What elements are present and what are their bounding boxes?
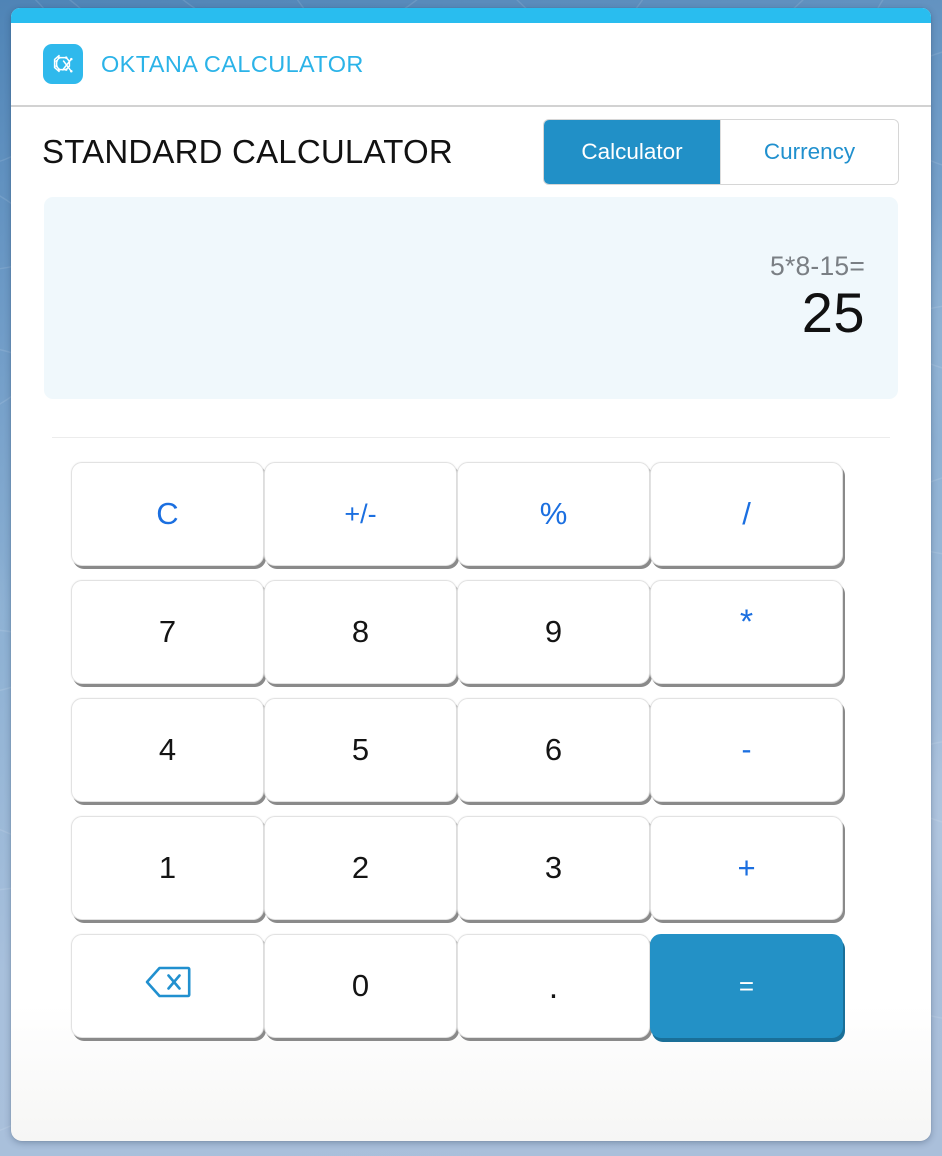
card-footer: [11, 1038, 931, 1096]
calculator-card: OKTANA CALCULATOR STANDARD CALCULATOR Ca…: [11, 8, 931, 1141]
page-title: STANDARD CALCULATOR: [42, 133, 453, 171]
key-digit-9[interactable]: 9: [457, 580, 650, 684]
key-decimal-point[interactable]: .: [457, 934, 650, 1038]
tab-calculator[interactable]: Calculator: [544, 120, 721, 184]
page-title-row: STANDARD CALCULATOR Calculator Currency: [11, 107, 931, 197]
backspace-icon: [143, 964, 193, 1008]
key-sign-toggle[interactable]: +/-: [264, 462, 457, 566]
calculator-display: 5*8-15= 25: [44, 197, 898, 399]
key-multiply[interactable]: *: [650, 580, 843, 684]
key-equals[interactable]: =: [650, 934, 843, 1038]
top-accent-bar: [11, 8, 931, 23]
key-divide[interactable]: /: [650, 462, 843, 566]
key-backspace[interactable]: [71, 934, 264, 1038]
key-digit-6[interactable]: 6: [457, 698, 650, 802]
mode-tab-group: Calculator Currency: [544, 120, 898, 184]
keypad-divider: [52, 437, 890, 438]
display-result: 25: [802, 280, 865, 346]
key-digit-2[interactable]: 2: [264, 816, 457, 920]
key-digit-8[interactable]: 8: [264, 580, 457, 684]
display-history: 5*8-15=: [770, 253, 865, 280]
key-digit-4[interactable]: 4: [71, 698, 264, 802]
key-digit-0[interactable]: 0: [264, 934, 457, 1038]
key-digit-3[interactable]: 3: [457, 816, 650, 920]
app-header: OKTANA CALCULATOR: [11, 23, 931, 107]
oktana-hexagon-logo-icon: [43, 44, 83, 84]
keypad: C +/- % / 7 8 9 * 4 5 6 - 1 2 3 + 0: [11, 462, 931, 1038]
key-clear[interactable]: C: [71, 462, 264, 566]
key-digit-5[interactable]: 5: [264, 698, 457, 802]
key-subtract[interactable]: -: [650, 698, 843, 802]
tab-currency[interactable]: Currency: [721, 120, 898, 184]
key-digit-1[interactable]: 1: [71, 816, 264, 920]
key-percent[interactable]: %: [457, 462, 650, 566]
key-add[interactable]: +: [650, 816, 843, 920]
key-digit-7[interactable]: 7: [71, 580, 264, 684]
app-title: OKTANA CALCULATOR: [101, 51, 364, 78]
